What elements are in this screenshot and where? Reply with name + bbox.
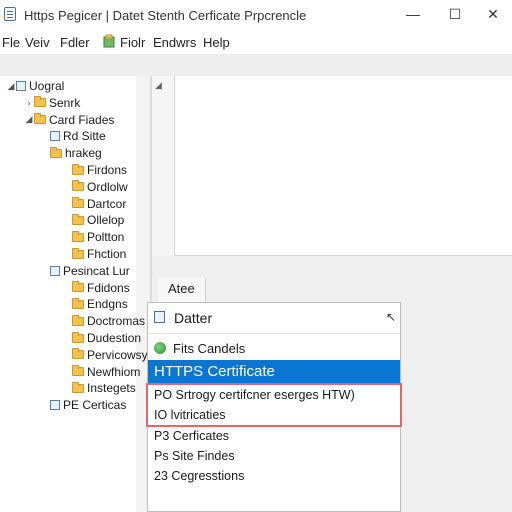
tree-item-label: Uogral: [29, 79, 65, 93]
node-icon: [16, 81, 26, 91]
folder-icon: [72, 197, 84, 209]
folder-icon: [72, 247, 84, 259]
folder-icon: [50, 146, 62, 158]
folder-icon: [72, 314, 84, 326]
folder-icon: [72, 180, 84, 192]
folder-icon: [72, 297, 84, 309]
menu-view[interactable]: Veiv: [25, 35, 50, 50]
tree-item[interactable]: Instegets: [62, 380, 136, 396]
cursor-arrow-icon: ↖: [386, 310, 397, 324]
tree-item-label: Ordlolw: [87, 179, 128, 194]
selected-option-label: HTTPS Certificate: [154, 363, 275, 380]
folder-icon: [72, 213, 84, 225]
maximize-button[interactable]: ☐: [440, 4, 470, 24]
tab-details[interactable]: Atee: [158, 278, 206, 304]
tree-item[interactable]: › Senrk: [24, 95, 81, 111]
tree-item-label: Senrk: [49, 95, 81, 110]
chevron-icon[interactable]: ◢: [6, 81, 16, 92]
toolbar-strip: [0, 54, 512, 77]
node-icon: [50, 131, 60, 142]
tree-item[interactable]: Fhction: [62, 246, 126, 262]
globe-icon: [154, 342, 166, 354]
tree-item-label: Pervicowsy: [87, 347, 148, 362]
dropdown-option[interactable]: 23 Cegresstions: [154, 469, 244, 483]
folder-icon: [72, 331, 84, 343]
folder-icon: [34, 113, 46, 125]
menu-windows[interactable]: Endwrs: [153, 35, 196, 50]
dropdown-option-selected[interactable]: HTTPS Certificate: [148, 360, 400, 384]
folder-icon: [72, 381, 84, 393]
tree-item[interactable]: Rd Sitte: [40, 128, 106, 144]
tree-item[interactable]: Dudestion: [62, 330, 141, 346]
folder-icon: [103, 34, 115, 48]
tree-item-label: hrakeg: [65, 146, 102, 161]
tree-item-label: Card Fiades: [49, 112, 115, 127]
tree-item-label: Instegets: [87, 381, 136, 396]
minimize-button[interactable]: —: [398, 4, 428, 24]
folder-icon: [34, 96, 46, 108]
tree-item[interactable]: Ordlolw: [62, 179, 128, 195]
dropdown-header-label: Datter: [174, 310, 213, 326]
chevron-icon[interactable]: ›: [24, 98, 34, 108]
highlight-outline: [146, 383, 402, 427]
scroll-up-arrow-icon[interactable]: ◢: [155, 80, 162, 91]
right-scrollbar[interactable]: [152, 76, 174, 276]
folder-icon: [72, 348, 84, 360]
tree-item-label: Pesincat Lur: [63, 263, 130, 278]
dropdown-option[interactable]: Ps Site Findes: [154, 449, 235, 463]
tree-item[interactable]: Newfhiom: [62, 364, 140, 380]
menu-file[interactable]: Fle: [2, 35, 20, 50]
dropdown-header[interactable]: Datter ↖: [148, 303, 400, 334]
tree-item-label: Rd Sitte: [63, 129, 106, 144]
tree-item[interactable]: PE Certicas: [40, 397, 126, 413]
tree-item[interactable]: Endgns: [62, 296, 128, 312]
tree-item-label: Ollelop: [87, 213, 125, 228]
folder-icon: [72, 365, 84, 377]
tree-item[interactable]: ◢ Uogral: [6, 78, 65, 94]
title-bar: Https Pegicer | Datet Stenth Cerficate P…: [0, 0, 512, 30]
tree-item[interactable]: Firdons: [62, 162, 127, 178]
content-area: [174, 76, 512, 256]
menu-help[interactable]: Help: [203, 35, 230, 50]
menu-folder[interactable]: Fdler: [60, 35, 90, 50]
tree-item-label: Firdons: [87, 163, 128, 177]
tree-item-label: Dudestion: [87, 331, 142, 345]
tree-item[interactable]: Pervicowsy: [62, 347, 148, 363]
tree-item[interactable]: Pesincat Lur: [40, 263, 130, 279]
tree-item[interactable]: Fdidons: [62, 280, 130, 296]
tree-item[interactable]: Ollelop: [62, 212, 124, 228]
tree-item-label: Doctromas: [87, 314, 146, 329]
tree-item[interactable]: hrakeg: [40, 145, 102, 161]
document-icon: [154, 311, 165, 323]
tree-item[interactable]: Dartcor: [62, 196, 126, 212]
tree-item-label: Poltton: [87, 230, 125, 245]
dropdown-option[interactable]: Fits Candels: [148, 337, 400, 359]
folder-icon: [72, 281, 84, 293]
node-icon: [50, 265, 60, 276]
tree-item-label: Fdidons: [87, 280, 130, 295]
tree-item[interactable]: Doctromas: [62, 313, 145, 329]
tree-item-label: PE Certicas: [63, 398, 127, 413]
menu-tools[interactable]: Fiolr: [120, 35, 145, 50]
close-button[interactable]: ✕: [478, 4, 508, 24]
app-icon: [4, 7, 16, 21]
dropdown-option-label: Fits Candels: [173, 341, 246, 356]
tree-item[interactable]: ◢ Card Fiades: [24, 112, 115, 128]
tree-item-label: Newfhiom: [87, 364, 141, 379]
tree-item[interactable]: Poltton: [62, 229, 124, 245]
window-title: Https Pegicer | Datet Stenth Cerficate P…: [24, 8, 307, 23]
folder-icon: [72, 230, 84, 242]
tree-item-label: Dartcor: [87, 196, 127, 211]
folder-icon: [72, 163, 84, 175]
tree-item-label: Fhction: [87, 247, 127, 261]
dropdown-option[interactable]: P3 Cerficates: [154, 429, 229, 443]
node-icon: [50, 400, 60, 411]
tree-item-label: Endgns: [87, 297, 128, 312]
chevron-icon[interactable]: ◢: [24, 114, 34, 125]
